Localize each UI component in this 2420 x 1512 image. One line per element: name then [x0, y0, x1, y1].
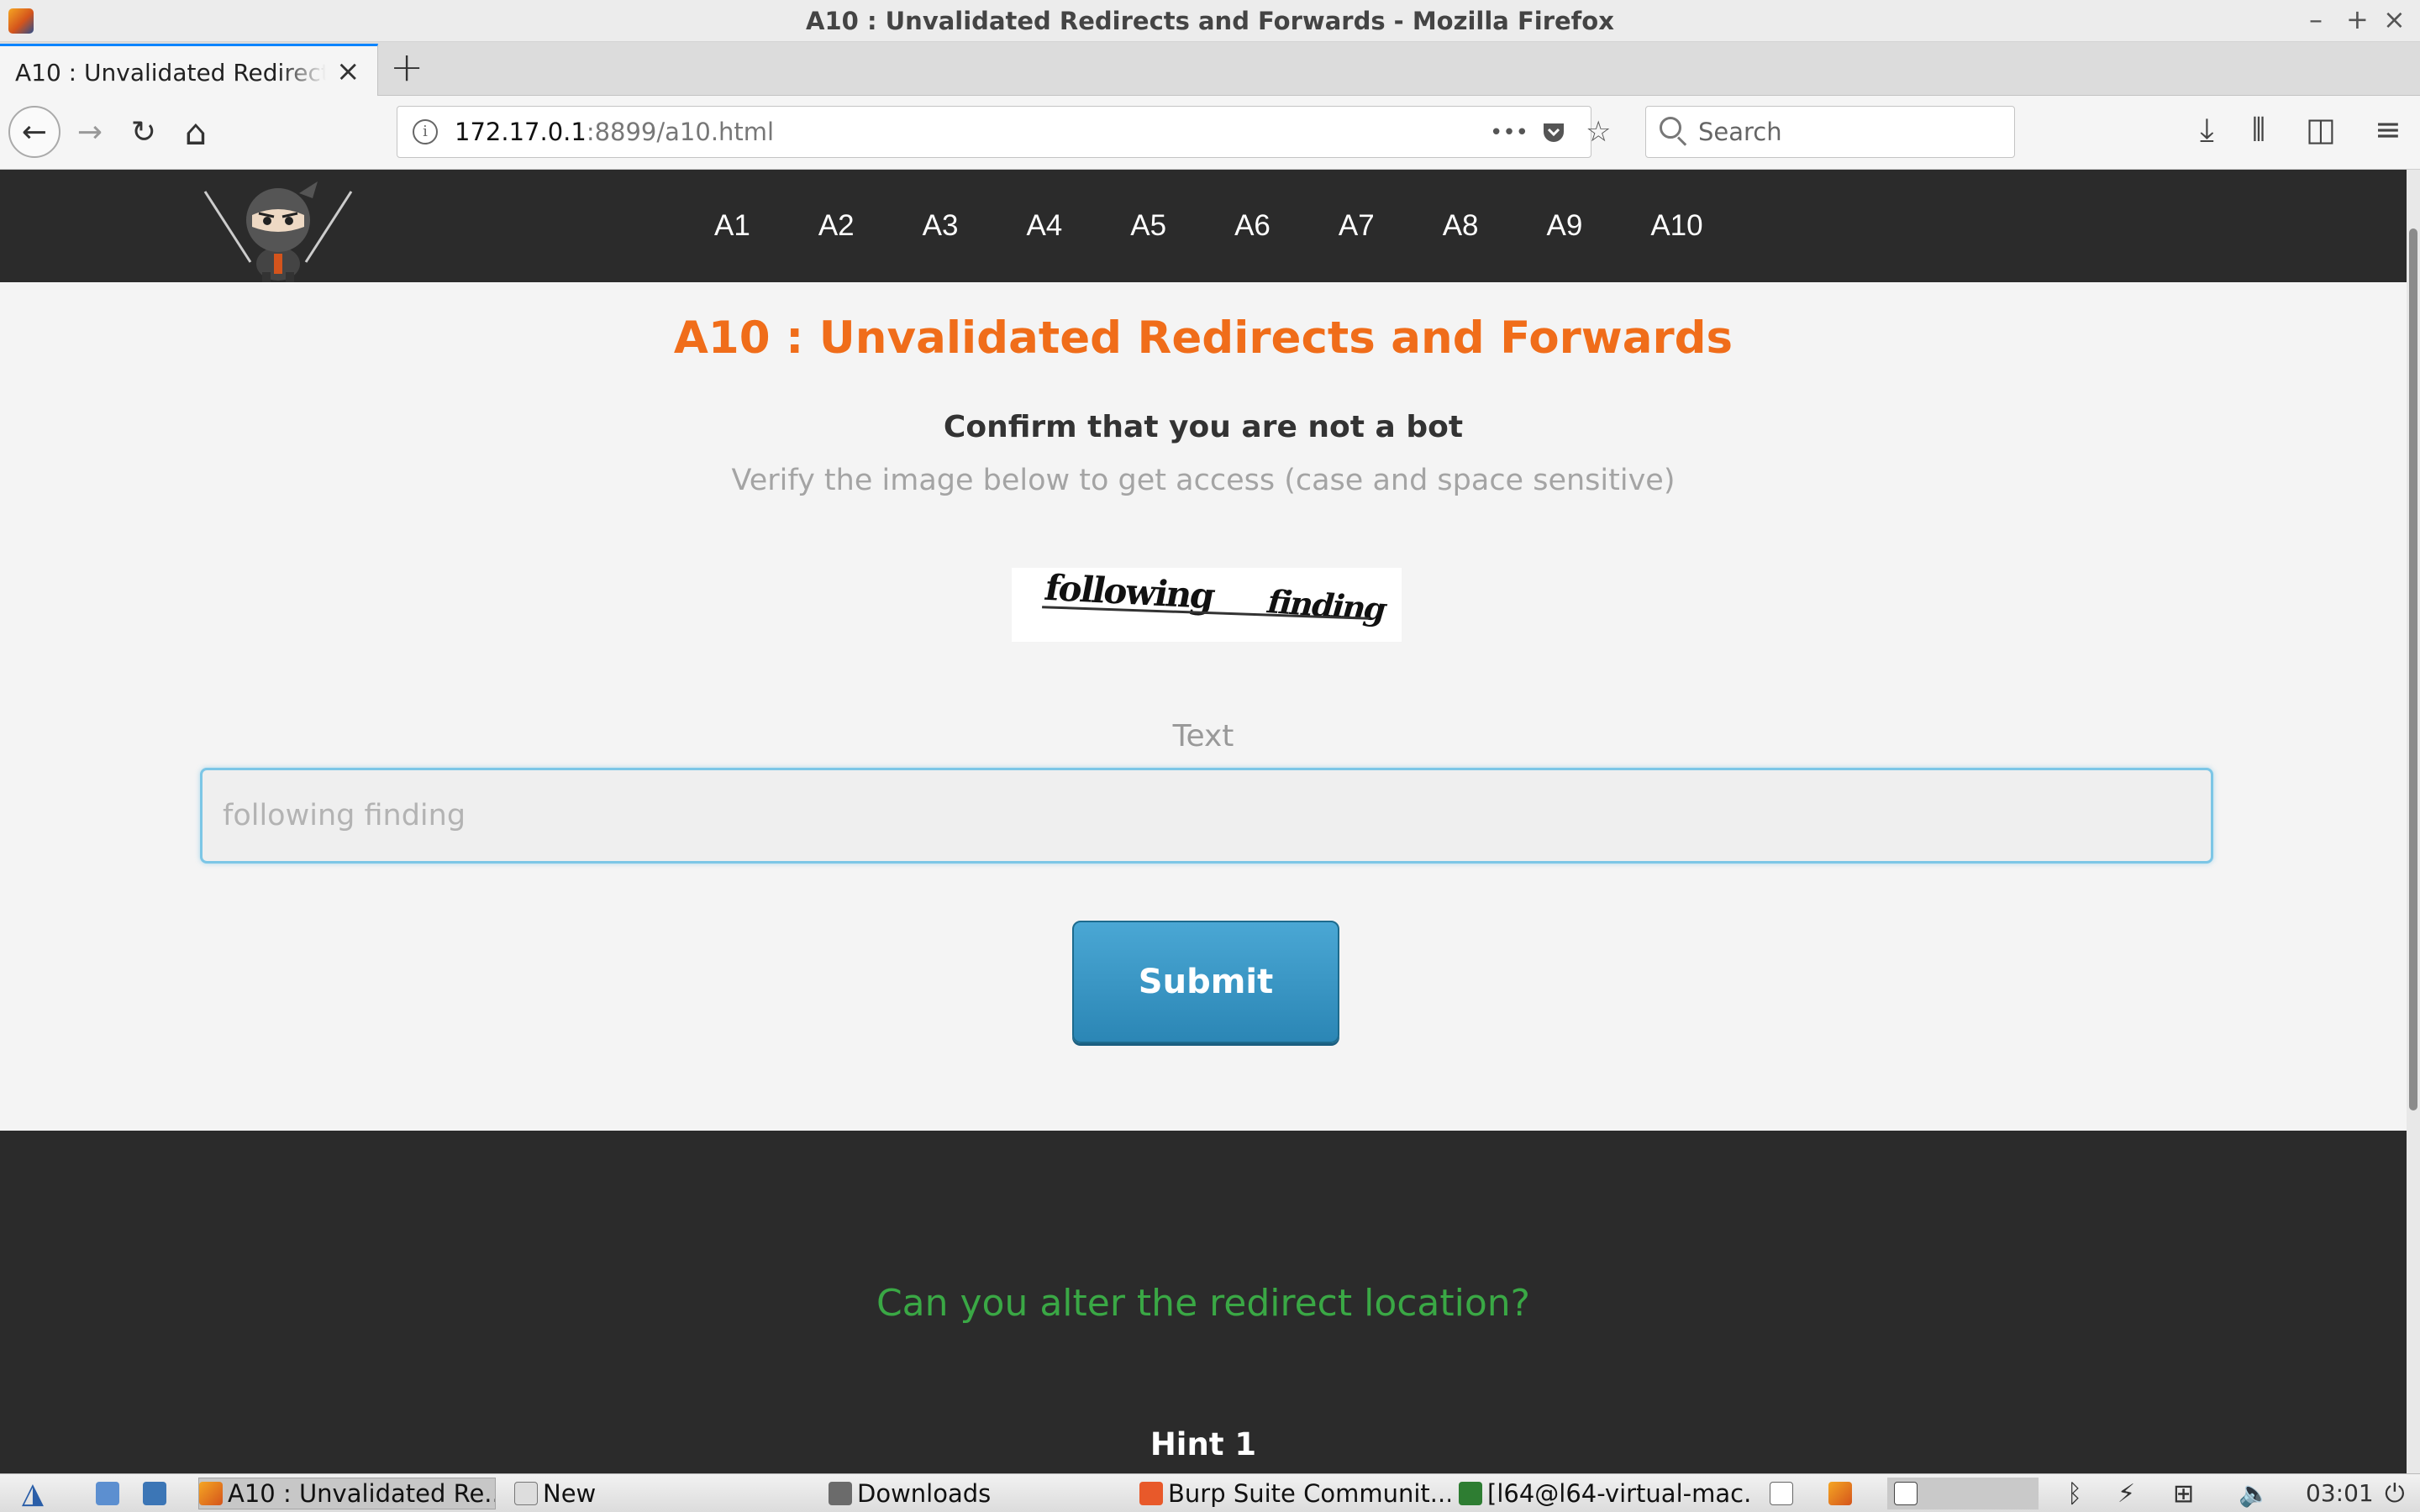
tab-a10[interactable]: A10 : Unvalidated Redirects and Forwards… — [0, 44, 378, 96]
nav-link-a7[interactable]: A7 — [1339, 209, 1375, 243]
menu-icon[interactable]: ≡ — [2375, 111, 2402, 148]
nav-link-a1[interactable]: A1 — [714, 209, 750, 243]
search-bar[interactable] — [1645, 106, 2015, 158]
search-icon — [1660, 117, 1681, 139]
start-menu-icon[interactable]: ◮ — [5, 1478, 60, 1509]
taskbar-item-editor[interactable]: New — [514, 1478, 800, 1509]
url-path: :8899/a10.html — [586, 118, 775, 146]
captcha-text-input[interactable] — [200, 768, 2213, 864]
power-charge-icon[interactable]: ⚡ — [2118, 1479, 2135, 1509]
nav-link-a6[interactable]: A6 — [1234, 209, 1270, 243]
close-tab-icon[interactable]: × — [336, 55, 360, 88]
forward-button[interactable]: → — [64, 106, 116, 158]
address-bar[interactable]: i 172.17.0.1:8899/a10.html ••• ☆ — [397, 106, 1611, 158]
hint-section: Can you alter the redirect location? Hin… — [0, 1131, 2407, 1473]
back-button[interactable]: ← — [8, 106, 60, 158]
page-title: A10 : Unvalidated Redirects and Forwards — [673, 312, 1733, 364]
captcha-instructions: Verify the image below to get access (ca… — [731, 464, 1676, 497]
taskbar-item-label: Downloads — [857, 1479, 992, 1508]
nav-link-a3[interactable]: A3 — [923, 209, 959, 243]
nav-link-a5[interactable]: A5 — [1130, 209, 1166, 243]
pocket-icon[interactable] — [1540, 118, 1567, 145]
nav-link-a2[interactable]: A2 — [818, 209, 855, 243]
taskbar-item-firefox[interactable]: A10 : Unvalidated Re... — [198, 1478, 496, 1509]
home-icon: ⌂ — [184, 111, 208, 153]
site-nav-links: A1 A2 A3 A4 A5 A6 A7 A8 A9 A10 — [714, 170, 1771, 282]
captcha-word-2: finding — [1262, 582, 1391, 628]
site-info-icon[interactable]: i — [413, 119, 438, 144]
minimize-button[interactable]: – — [2309, 3, 2323, 35]
tab-strip: A10 : Unvalidated Redirects and Forwards… — [0, 42, 2420, 96]
taskbar-item-terminal[interactable]: [l64@l64-virtual-mac... — [1459, 1478, 1753, 1509]
power-icon[interactable]: ⏻ — [2385, 1479, 2405, 1509]
reload-button[interactable]: ↻ — [118, 106, 170, 158]
captcha-image: following finding — [1012, 567, 1402, 642]
hint-title[interactable]: Hint 1 — [0, 1426, 2407, 1462]
library-icon[interactable]: ⫴ — [2252, 111, 2265, 149]
nav-link-a8[interactable]: A8 — [1443, 209, 1479, 243]
burp-suite-icon — [1139, 1482, 1163, 1505]
nav-link-a9[interactable]: A9 — [1547, 209, 1583, 243]
taskbar-item-label: A10 : Unvalidated Re... — [228, 1479, 496, 1508]
taskbar-item-label: Burp Suite Communit... — [1168, 1479, 1450, 1508]
window-switcher-icon[interactable] — [1770, 1478, 1808, 1509]
url-host: 172.17.0.1 — [455, 118, 587, 146]
network-launcher-icon[interactable] — [143, 1478, 182, 1509]
network-icon[interactable]: ⊞ — [2173, 1479, 2194, 1509]
ninja-logo[interactable] — [198, 173, 358, 282]
hint-question: Can you alter the redirect location? — [876, 1282, 1531, 1325]
home-button[interactable]: ⌂ — [170, 106, 222, 158]
folder-icon — [829, 1482, 852, 1505]
scrollbar-thumb[interactable] — [2409, 228, 2417, 1110]
terminal-icon — [1459, 1482, 1482, 1505]
confirm-heading: Confirm that you are not a bot — [943, 410, 1464, 444]
clock[interactable]: 03:01 — [2306, 1479, 2374, 1507]
taskbar: ◮ A10 : Unvalidated Re... New Downloads … — [0, 1473, 2420, 1512]
reload-icon: ↻ — [130, 114, 157, 150]
site-navigation: A1 A2 A3 A4 A5 A6 A7 A8 A9 A10 — [0, 170, 2407, 282]
page-actions-icon[interactable]: ••• — [1490, 120, 1528, 145]
workspace-switcher[interactable] — [1887, 1478, 2039, 1509]
taskbar-item-burp[interactable]: Burp Suite Communit... — [1139, 1478, 1450, 1509]
tab-label: A10 : Unvalidated Redirects and Forwards — [15, 59, 326, 87]
nav-link-a4[interactable]: A4 — [1026, 209, 1062, 243]
file-manager-launcher-icon[interactable] — [96, 1478, 134, 1509]
firefox-tray-icon[interactable] — [1828, 1478, 1867, 1509]
taskbar-item-downloads[interactable]: Downloads — [829, 1478, 1114, 1509]
page-scrollbar[interactable] — [2407, 170, 2420, 1473]
taskbar-item-label: [l64@l64-virtual-mac... — [1487, 1479, 1753, 1508]
window-title: A10 : Unvalidated Redirects and Forwards… — [806, 7, 1614, 35]
url-text[interactable]: 172.17.0.1:8899/a10.html — [455, 118, 774, 146]
navigation-toolbar: ← → ↻ ⌂ i 172.17.0.1:8899/a10.html ••• ☆… — [0, 96, 2420, 170]
bluetooth-icon[interactable]: ᛒ — [2067, 1479, 2082, 1509]
window-title-bar: A10 : Unvalidated Redirects and Forwards… — [0, 0, 2420, 42]
bookmark-star-icon[interactable]: ☆ — [1586, 115, 1611, 149]
new-tab-button[interactable]: + — [390, 44, 424, 91]
maximize-button[interactable]: + — [2346, 3, 2369, 35]
search-input[interactable] — [1698, 115, 2001, 149]
downloads-icon[interactable]: ⤓ — [2200, 111, 2214, 149]
taskbar-item-label: New — [543, 1479, 597, 1508]
close-window-button[interactable]: × — [2383, 3, 2406, 35]
firefox-icon — [199, 1482, 223, 1505]
back-arrow-icon: ← — [21, 114, 48, 150]
forward-arrow-icon: → — [76, 114, 103, 150]
nav-link-a10[interactable]: A10 — [1650, 209, 1702, 243]
submit-button[interactable]: Submit — [1072, 921, 1339, 1043]
volume-icon[interactable]: 🔈 — [2238, 1479, 2270, 1509]
main-content: A10 : Unvalidated Redirects and Forwards… — [0, 282, 2407, 1131]
text-field-label: Text — [1172, 719, 1234, 753]
text-editor-icon — [514, 1482, 538, 1505]
sidebar-icon[interactable]: ◫ — [2306, 111, 2336, 148]
